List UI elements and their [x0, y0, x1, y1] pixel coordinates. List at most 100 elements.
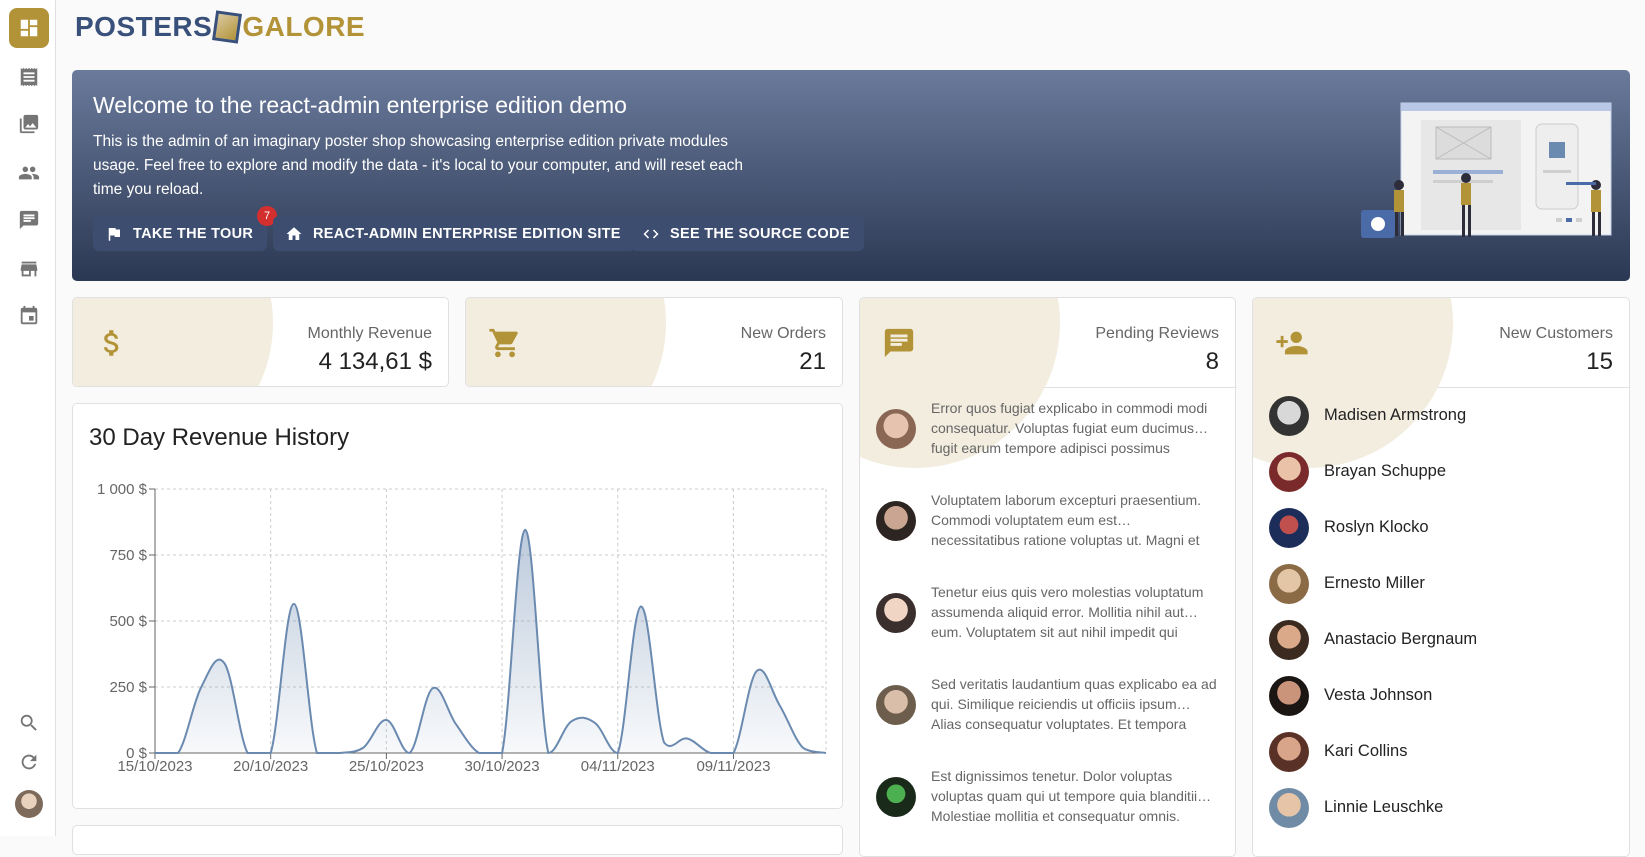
sidebar-item-events[interactable]	[9, 296, 49, 336]
comment-icon	[18, 209, 40, 231]
customer-name: Vesta Johnson	[1324, 686, 1432, 705]
collections-icon	[18, 113, 40, 135]
pending-reviews-header[interactable]: Pending Reviews 8	[860, 298, 1235, 388]
review-item[interactable]: Error quos fugiat explicabo in commodi m…	[860, 388, 1235, 480]
avatar-icon	[1269, 508, 1309, 548]
person-add-icon	[1271, 322, 1313, 364]
avatar-icon	[1269, 564, 1309, 604]
logo-text-posters: POSTERS	[75, 11, 212, 43]
search-icon	[18, 712, 40, 734]
sidebar-item-reviews[interactable]	[9, 200, 49, 240]
pending-reviews-card: Pending Reviews 8 Error quos fugiat expl…	[859, 297, 1236, 857]
y-tick-label: 500 $	[109, 613, 147, 630]
take-tour-button[interactable]: TAKE THE TOUR 7	[93, 216, 267, 251]
y-tick-label: 250 $	[109, 679, 147, 696]
y-tick-label: 1 000 $	[97, 481, 148, 498]
x-tick-label: 09/11/2023	[696, 758, 770, 775]
refresh-icon	[18, 751, 40, 773]
enterprise-site-label: REACT-ADMIN ENTERPRISE EDITION SITE	[313, 226, 621, 242]
customer-item[interactable]: Kari Collins	[1253, 724, 1629, 780]
avatar-icon	[1269, 788, 1309, 828]
sidebar-refresh-button[interactable]	[9, 742, 49, 782]
customer-name: Ernesto Miller	[1324, 574, 1425, 593]
new-orders-label: New Orders	[741, 325, 826, 343]
sidebar-search-button[interactable]	[9, 703, 49, 743]
sidebar-item-customers[interactable]	[9, 153, 49, 193]
new-orders-card[interactable]: New Orders 21	[465, 297, 843, 387]
review-text: Sed veritatis laudantium quas explicabo …	[931, 674, 1221, 734]
monthly-revenue-value: 4 134,61 $	[319, 348, 432, 376]
review-item[interactable]: Voluptatem laborum excepturi praesentium…	[860, 480, 1235, 572]
customer-item[interactable]: Madisen Armstrong	[1253, 388, 1629, 444]
review-item[interactable]: Sed veritatis laudantium quas explicabo …	[860, 664, 1235, 756]
new-customers-header[interactable]: New Customers 15	[1253, 298, 1629, 388]
banner-illustration	[1351, 100, 1621, 270]
home-icon	[285, 225, 303, 243]
customer-item[interactable]: Brayan Schuppe	[1253, 444, 1629, 500]
avatar-icon	[876, 501, 916, 541]
logo-text-galore: GALORE	[242, 11, 365, 43]
review-text: Est dignissimos tenetur. Dolor voluptas …	[931, 766, 1221, 826]
avatar-icon	[876, 777, 916, 817]
x-tick-label: 15/10/2023	[117, 758, 192, 775]
new-orders-value: 21	[799, 348, 826, 376]
customer-item[interactable]: Vesta Johnson	[1253, 668, 1629, 724]
review-text: Voluptatem laborum excepturi praesentium…	[931, 490, 1221, 550]
avatar-icon	[1269, 732, 1309, 772]
avatar-icon	[1269, 396, 1309, 436]
user-avatar[interactable]	[15, 790, 43, 818]
event-icon	[18, 305, 40, 327]
x-tick-label: 04/11/2023	[581, 758, 655, 775]
review-item[interactable]: Tenetur eius quis vero molestias volupta…	[860, 572, 1235, 664]
monthly-revenue-label: Monthly Revenue	[307, 325, 432, 343]
comment-icon	[878, 322, 920, 364]
banner-title: Welcome to the react-admin enterprise ed…	[93, 92, 627, 119]
new-customers-label: New Customers	[1499, 325, 1613, 343]
revenue-history-card: 30 Day Revenue History 0 $250 $500 $750 …	[72, 403, 843, 809]
flag-icon	[105, 225, 123, 243]
y-tick-label: 750 $	[109, 547, 147, 564]
new-customers-value: 15	[1586, 348, 1613, 376]
welcome-banner: Welcome to the react-admin enterprise ed…	[72, 70, 1630, 281]
app-logo[interactable]: POSTERS GALORE	[75, 10, 365, 44]
logo-frame-icon	[212, 10, 242, 43]
sidebar-item-stores[interactable]	[9, 249, 49, 289]
receipt-icon	[18, 66, 40, 88]
customer-name: Roslyn Klocko	[1324, 518, 1429, 537]
customer-item[interactable]: Roslyn Klocko	[1253, 500, 1629, 556]
customer-name: Anastacio Bergnaum	[1324, 630, 1477, 649]
shopping-cart-icon	[484, 322, 526, 364]
avatar-icon	[876, 409, 916, 449]
monthly-revenue-card[interactable]: Monthly Revenue 4 134,61 $	[72, 297, 449, 387]
x-tick-label: 25/10/2023	[349, 758, 424, 775]
dashboard-icon	[18, 17, 40, 39]
dollar-icon	[91, 322, 133, 364]
people-icon	[18, 162, 40, 184]
sidebar	[0, 0, 56, 836]
banner-text: This is the admin of an imaginary poster…	[93, 130, 743, 202]
avatar-icon	[876, 685, 916, 725]
enterprise-site-button[interactable]: REACT-ADMIN ENTERPRISE EDITION SITE	[273, 216, 635, 251]
pending-reviews-value: 8	[1206, 348, 1219, 376]
review-item[interactable]: Est dignissimos tenetur. Dolor voluptas …	[860, 756, 1235, 848]
sidebar-item-orders[interactable]	[9, 57, 49, 97]
customer-name: Kari Collins	[1324, 742, 1407, 761]
x-tick-label: 20/10/2023	[233, 758, 308, 775]
customer-name: Linnie Leuschke	[1324, 798, 1443, 817]
revenue-chart: 0 $250 $500 $750 $1 000 $15/10/202320/10…	[73, 404, 843, 809]
x-tick-label: 30/10/2023	[465, 758, 540, 775]
pending-orders-card	[72, 825, 843, 855]
source-code-button[interactable]: SEE THE SOURCE CODE	[630, 216, 864, 251]
code-icon	[642, 225, 660, 243]
avatar-icon	[1269, 676, 1309, 716]
customer-item[interactable]: Linnie Leuschke	[1253, 780, 1629, 836]
customer-item[interactable]: Anastacio Bergnaum	[1253, 612, 1629, 668]
sidebar-item-dashboard[interactable]	[9, 8, 49, 48]
sidebar-item-posters[interactable]	[9, 104, 49, 144]
customer-item[interactable]: Ernesto Miller	[1253, 556, 1629, 612]
new-customers-card: New Customers 15 Madisen Armstrong Braya…	[1252, 297, 1630, 857]
avatar-icon	[876, 593, 916, 633]
revenue-area	[155, 530, 826, 753]
pending-reviews-label: Pending Reviews	[1095, 325, 1219, 343]
revenue-line	[155, 530, 826, 753]
